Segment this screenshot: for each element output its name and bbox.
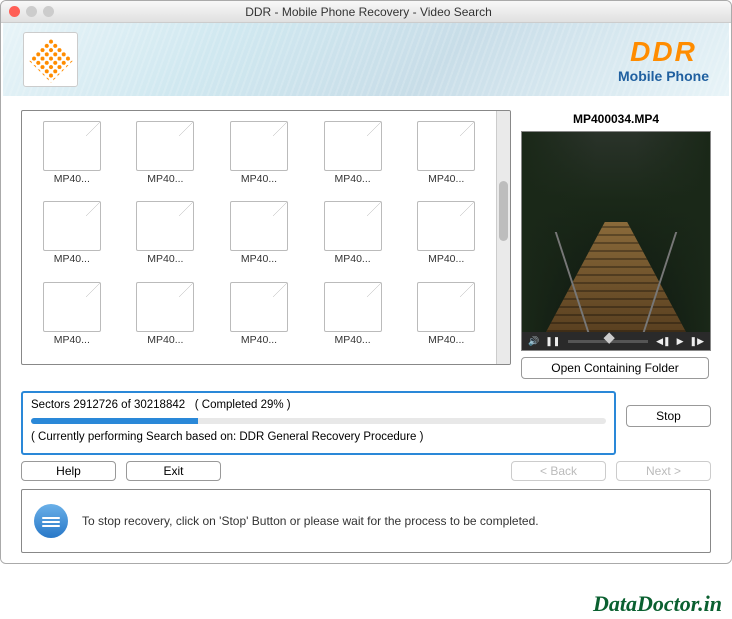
brand-subtitle: Mobile Phone <box>618 68 709 84</box>
play-icon[interactable]: ▶ <box>677 336 684 347</box>
file-icon <box>324 201 382 251</box>
brand: DDR Mobile Phone <box>618 36 709 84</box>
file-item[interactable]: MP40... <box>215 282 303 354</box>
file-icon <box>43 282 101 332</box>
file-label: MP40... <box>241 334 277 346</box>
file-item[interactable]: MP40... <box>402 282 490 354</box>
help-button[interactable]: Help <box>21 461 116 481</box>
file-label: MP40... <box>54 173 90 185</box>
file-label: MP40... <box>54 334 90 346</box>
file-item[interactable]: MP40... <box>215 121 303 193</box>
file-label: MP40... <box>428 173 464 185</box>
file-label: MP40... <box>147 334 183 346</box>
file-item[interactable]: MP40... <box>402 201 490 273</box>
sectors-text: Sectors 2912726 of 30218842 ( Completed … <box>31 399 606 411</box>
file-item[interactable]: MP40... <box>28 282 116 354</box>
file-icon <box>230 201 288 251</box>
preview-filename: MP400034.MP4 <box>521 110 711 131</box>
file-icon <box>136 282 194 332</box>
back-button: < Back <box>511 461 606 481</box>
video-preview: 🔊 ❚❚ ◀❚ ▶ ❚▶ <box>521 131 711 351</box>
file-icon <box>324 121 382 171</box>
file-label: MP40... <box>147 253 183 265</box>
file-icon <box>136 201 194 251</box>
app-window: DDR - Mobile Phone Recovery - Video Sear… <box>0 0 732 564</box>
file-icon <box>230 282 288 332</box>
file-icon <box>417 282 475 332</box>
progress-bar <box>31 418 606 424</box>
file-item[interactable]: MP40... <box>309 201 397 273</box>
scroll-thumb[interactable] <box>499 181 508 241</box>
seek-bar[interactable] <box>568 340 648 343</box>
file-label: MP40... <box>335 334 371 346</box>
file-icon <box>324 282 382 332</box>
next-button: Next > <box>616 461 711 481</box>
brand-ddr: DDR <box>618 36 709 68</box>
content-area: MP40... MP40... MP40... MP40... MP40... MP40.… <box>1 98 731 563</box>
file-label: MP40... <box>428 334 464 346</box>
hint-box: To stop recovery, click on 'Stop' Button… <box>21 489 711 553</box>
file-label: MP40... <box>335 173 371 185</box>
titlebar: DDR - Mobile Phone Recovery - Video Sear… <box>1 1 731 23</box>
file-icon <box>43 201 101 251</box>
file-label: MP40... <box>241 173 277 185</box>
file-item[interactable]: MP40... <box>309 121 397 193</box>
file-item[interactable]: MP40... <box>309 282 397 354</box>
progress-status: ( Currently performing Search based on: … <box>31 431 606 443</box>
video-controls[interactable]: 🔊 ❚❚ ◀❚ ▶ ❚▶ <box>522 332 710 350</box>
file-label: MP40... <box>335 253 371 265</box>
open-folder-button[interactable]: Open Containing Folder <box>521 357 709 379</box>
file-item[interactable]: MP40... <box>215 201 303 273</box>
file-icon <box>43 121 101 171</box>
banner: DDR Mobile Phone <box>1 23 731 98</box>
watermark: DataDoctor.in <box>593 591 722 617</box>
file-item[interactable]: MP40... <box>122 282 210 354</box>
file-grid: MP40... MP40... MP40... MP40... MP40... MP40.… <box>22 111 496 364</box>
app-logo <box>23 32 78 87</box>
file-panel: MP40... MP40... MP40... MP40... MP40... MP40.… <box>21 110 511 365</box>
file-icon <box>136 121 194 171</box>
file-label: MP40... <box>241 253 277 265</box>
file-icon <box>417 201 475 251</box>
info-icon <box>34 504 68 538</box>
file-item[interactable]: MP40... <box>122 201 210 273</box>
file-item[interactable]: MP40... <box>28 201 116 273</box>
progress-box: Sectors 2912726 of 30218842 ( Completed … <box>21 391 616 455</box>
file-label: MP40... <box>147 173 183 185</box>
preview-panel: MP400034.MP4 🔊 ❚❚ ◀❚ ▶ ❚▶ Open Containing F… <box>521 110 711 379</box>
file-item[interactable]: MP40... <box>122 121 210 193</box>
file-item[interactable]: MP40... <box>402 121 490 193</box>
window-title: DDR - Mobile Phone Recovery - Video Sear… <box>14 5 723 19</box>
prev-icon[interactable]: ◀❚ <box>656 336 670 347</box>
scrollbar[interactable] <box>496 111 510 364</box>
file-label: MP40... <box>54 253 90 265</box>
file-icon <box>230 121 288 171</box>
preview-image <box>522 132 710 332</box>
volume-icon[interactable]: 🔊 <box>528 336 539 347</box>
next-icon[interactable]: ❚▶ <box>690 336 704 347</box>
file-label: MP40... <box>428 253 464 265</box>
exit-button[interactable]: Exit <box>126 461 221 481</box>
hint-text: To stop recovery, click on 'Stop' Button… <box>82 514 539 528</box>
file-icon <box>417 121 475 171</box>
file-item[interactable]: MP40... <box>28 121 116 193</box>
pause-icon[interactable]: ❚❚ <box>545 336 560 347</box>
stop-button[interactable]: Stop <box>626 405 711 427</box>
